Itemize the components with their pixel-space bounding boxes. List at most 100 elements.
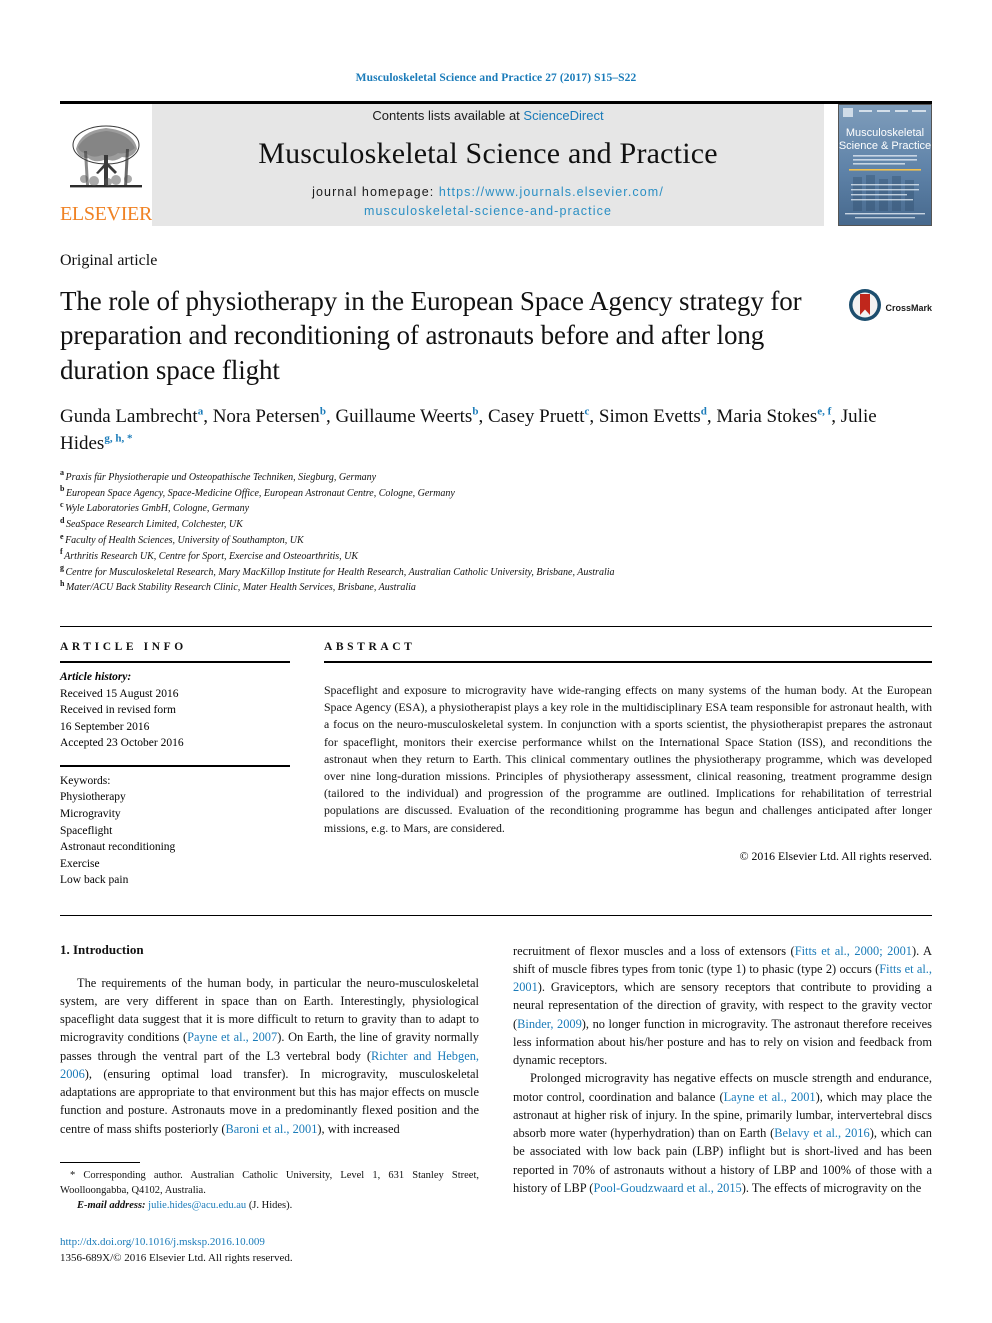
- author-name: Guillaume Weerts: [335, 405, 473, 427]
- abstract-column: ABSTRACT Spaceflight and exposure to mic…: [324, 641, 932, 889]
- keyword-item: Low back pain: [60, 874, 129, 887]
- svg-text:Musculoskeletal: Musculoskeletal: [846, 127, 924, 139]
- sciencedirect-link[interactable]: ScienceDirect: [523, 108, 603, 123]
- citation-link[interactable]: Payne et al., 2007: [187, 1030, 277, 1044]
- abstract-rule: [324, 661, 932, 664]
- contents-prefix: Contents lists available at: [372, 108, 524, 124]
- article-history-line: 16 September 2016: [60, 720, 150, 733]
- running-head: Musculoskeletal Science and Practice 27 …: [355, 72, 637, 84]
- affiliation-item: h Mater/ACU Back Stability Research Clini…: [60, 580, 932, 596]
- svg-text:Science & Practice: Science & Practice: [839, 140, 931, 152]
- affiliation-text: Praxis für Physiotherapie und Osteopathi…: [65, 471, 377, 483]
- affiliation-item: d SeaSpace Research Limited, Colchester, …: [60, 515, 932, 533]
- keyword-item: Physiotherapy: [60, 791, 126, 804]
- citation-link[interactable]: Baroni et al., 2001: [226, 1122, 318, 1136]
- affiliation-label: b: [60, 484, 65, 494]
- keyword-item: Microgravity: [60, 807, 121, 820]
- body-columns: 1. Introduction The requirements of the …: [60, 942, 932, 1266]
- author-name: Casey Pruett: [487, 405, 585, 427]
- author-name: Nora Petersen: [212, 405, 320, 427]
- article-info-heading: ARTICLE INFO: [60, 641, 187, 654]
- article-history-lines: Received 15 August 2016 Received in revis…: [60, 688, 184, 750]
- affiliation-label: c: [60, 500, 64, 510]
- affiliation-item: f Arthritis Research UK, Centre for Sport…: [60, 547, 932, 565]
- elsevier-tree-icon: [64, 119, 148, 203]
- author-affiliation-mark: c: [584, 405, 590, 418]
- paragraph-text: ), with increased: [317, 1121, 400, 1136]
- article-history-label: Article history:: [60, 671, 132, 684]
- section-heading-introduction: 1. Introduction: [60, 941, 144, 957]
- citation-link[interactable]: Binder, 2009: [517, 1017, 582, 1031]
- affiliation-list: a Praxis für Physiotherapie und Osteopath…: [60, 468, 932, 596]
- abstract-copyright: © 2016 Elsevier Ltd. All rights reserved…: [739, 848, 932, 863]
- homepage-url-line1[interactable]: https://www.journals.elsevier.com/: [439, 185, 664, 199]
- citation-link[interactable]: Layne et al., 2001: [724, 1090, 816, 1104]
- keyword-item: Astronaut reconditioning: [60, 841, 176, 854]
- email-link[interactable]: julie.hides@acu.edu.au: [148, 1200, 246, 1211]
- citation-link[interactable]: Belavy et al., 2016: [774, 1126, 869, 1140]
- crossmark-icon: [848, 288, 882, 327]
- affiliation-item: b European Space Agency, Space-Medicine O…: [60, 484, 932, 502]
- affiliation-label: e: [60, 531, 64, 541]
- author-affiliation-mark: g, h, *: [104, 432, 133, 445]
- paper-page: Musculoskeletal Science and Practice 27 …: [0, 0, 992, 1323]
- affiliation-item: g Centre for Musculoskeletal Research, Ma…: [60, 563, 932, 581]
- crossmark-label: CrossMark: [885, 302, 932, 313]
- doi-link[interactable]: http://dx.doi.org/10.1016/j.msksp.2016.1…: [60, 1234, 479, 1250]
- page-title: The role of physiotherapy in the Europea…: [60, 286, 802, 385]
- citation-link[interactable]: Fitts et al., 2000; 2001: [795, 944, 912, 958]
- keywords-label: Keywords:: [60, 774, 111, 787]
- homepage-url-line2[interactable]: musculoskeletal-science-and-practice: [364, 204, 612, 218]
- affiliation-item: e Faculty of Health Sciences, University …: [60, 531, 932, 549]
- author-name: Gunda Lambrecht: [60, 405, 198, 427]
- article-history-line: Received in revised form: [60, 704, 176, 717]
- abstract-text: Spaceflight and exposure to microgravity…: [324, 682, 932, 835]
- affiliation-text: Wyle Laboratories GmbH, Cologne, Germany: [65, 503, 250, 515]
- author-name: Maria Stokes: [716, 405, 818, 427]
- citation-link[interactable]: Pool-Goudzwaard et al., 2015: [593, 1181, 741, 1195]
- keywords-list: Physiotherapy Microgravity Spaceflight Astr…: [60, 791, 175, 886]
- keywords-block: Keywords: Physiotherapy Microgravity Space…: [60, 767, 290, 889]
- corresponding-author-text: Corresponding author. Australian Catholi…: [60, 1169, 479, 1196]
- keyword-item: Exercise: [60, 857, 100, 870]
- affiliation-item: a Praxis für Physiotherapie und Osteopath…: [60, 468, 932, 486]
- article-history-line: Received 15 August 2016: [60, 687, 179, 700]
- contents-lists-line: Contents lists available at ScienceDirec…: [372, 108, 603, 123]
- paragraph-right-1: recruitment of flexor muscles and a loss…: [513, 942, 932, 1070]
- masthead-center: Contents lists available at ScienceDirec…: [152, 104, 824, 226]
- journal-homepage: journal homepage: https://www.journals.e…: [312, 183, 664, 219]
- article-type: Original article: [60, 252, 158, 269]
- journal-title: Musculoskeletal Science and Practice: [258, 137, 718, 171]
- paragraph-right-2: Prolonged microgravity has negative effe…: [513, 1069, 932, 1197]
- abstract-heading: ABSTRACT: [324, 641, 416, 654]
- corresponding-author-footnote: * Corresponding author. Australian Catho…: [60, 1161, 479, 1267]
- author-affiliation-mark: d: [700, 405, 707, 418]
- doi-block: http://dx.doi.org/10.1016/j.msksp.2016.1…: [60, 1234, 479, 1267]
- affiliation-label: g: [60, 563, 64, 573]
- affiliation-label: a: [60, 468, 64, 478]
- affiliation-label: f: [60, 547, 63, 557]
- journal-masthead: ELSEVIER Contents lists available at Sci…: [60, 101, 932, 226]
- paragraph-text: ). The effects of microgravity on the: [741, 1180, 922, 1195]
- affiliation-text: SeaSpace Research Limited, Colchester, U…: [65, 519, 243, 531]
- keyword-item: Spaceflight: [60, 824, 113, 837]
- author-affiliation-mark: e, f: [817, 405, 832, 418]
- body-separator: [60, 914, 932, 916]
- paragraph-left-1: The requirements of the human body, in p…: [60, 974, 479, 1138]
- elsevier-wordmark: ELSEVIER: [59, 203, 153, 225]
- corresponding-author-line: * Corresponding author. Australian Catho…: [60, 1169, 479, 1199]
- elsevier-logo: ELSEVIER: [60, 104, 152, 226]
- body-column-left: 1. Introduction The requirements of the …: [60, 942, 479, 1266]
- affiliation-text: Centre for Musculoskeletal Research, Mar…: [65, 566, 615, 578]
- crossmark-badge[interactable]: CrossMark: [848, 288, 932, 327]
- email-line: E-mail address: julie.hides@acu.edu.au (…: [60, 1199, 479, 1214]
- author-list: Gunda Lambrechta, Nora Petersenb, Guilla…: [60, 405, 877, 454]
- homepage-label: journal homepage:: [312, 185, 435, 200]
- article-info-column: ARTICLE INFO Article history: Received 1…: [60, 641, 290, 889]
- affiliation-label: h: [60, 579, 65, 589]
- author-name: Simon Evetts: [598, 405, 701, 427]
- affiliation-label: d: [60, 515, 65, 525]
- email-owner: (J. Hides).: [248, 1199, 293, 1211]
- issn-copyright: 1356-689X/© 2016 Elsevier Ltd. All right…: [60, 1251, 293, 1264]
- author-affiliation-mark: b: [319, 405, 326, 418]
